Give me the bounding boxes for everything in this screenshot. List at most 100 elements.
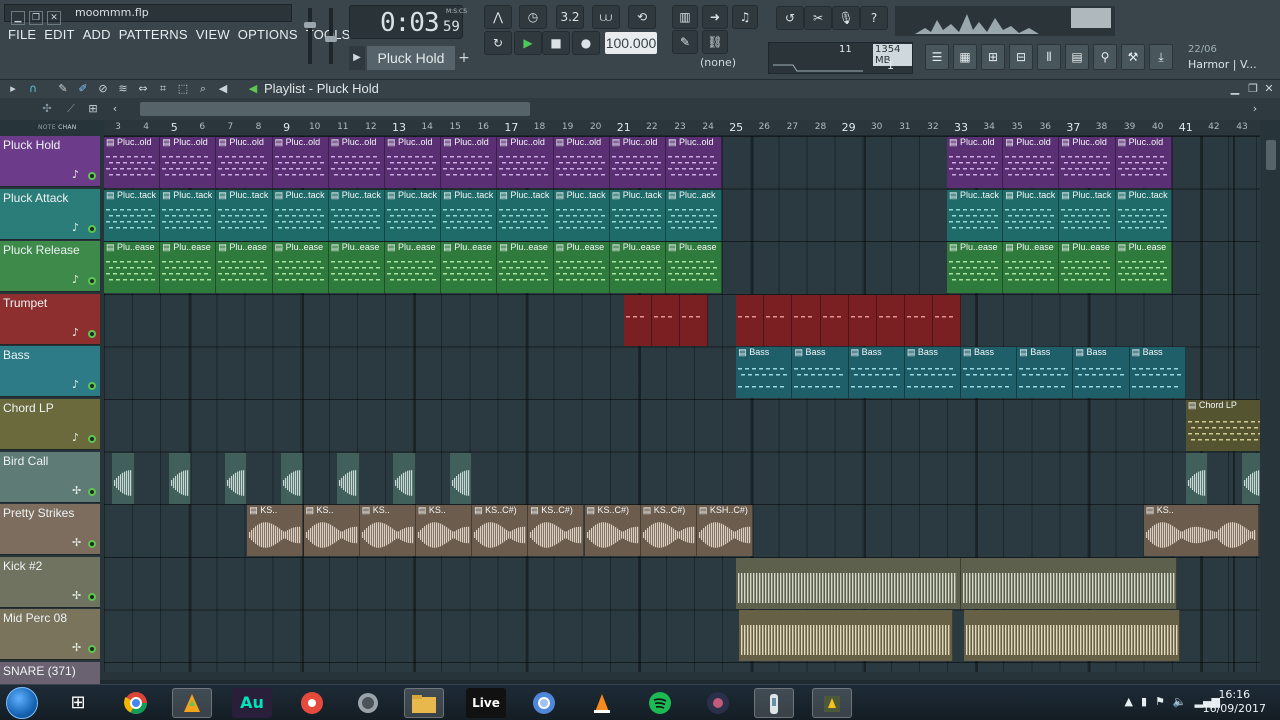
menu-patterns[interactable]: PATTERNS: [115, 25, 192, 45]
zoom-out-icon[interactable]: ✣: [40, 102, 54, 116]
restore-button[interactable]: ❐: [29, 11, 43, 25]
pattern-clip[interactable]: ▤ Pluc..old: [553, 137, 610, 188]
playlist-restore-icon[interactable]: ❐: [1246, 82, 1260, 96]
pattern-clip[interactable]: [904, 294, 933, 346]
pattern-clip[interactable]: ▤ Plu..ease: [1059, 242, 1116, 294]
pattern-clip[interactable]: ▤ Bass: [904, 347, 962, 399]
track-header[interactable]: Bass ♪: [0, 346, 100, 398]
playback-tool-icon[interactable]: ◀: [216, 82, 230, 96]
chrome-alt-icon[interactable]: [524, 688, 564, 718]
pattern-clip[interactable]: ▤ Plu..ease: [1003, 242, 1060, 294]
pattern-clip[interactable]: ▤ Plu..ease: [947, 242, 1004, 294]
ableton-live-icon[interactable]: Live: [466, 688, 506, 718]
pattern-clip[interactable]: ▤ Pluc..old: [609, 137, 666, 188]
playlist-minimize-icon[interactable]: ▁: [1228, 82, 1242, 96]
pattern-clip[interactable]: [623, 294, 652, 346]
pattern-clip[interactable]: [680, 294, 709, 346]
minimize-button[interactable]: ▁: [11, 11, 25, 25]
pattern-clip[interactable]: ▤ Pluc..old: [666, 137, 723, 188]
pattern-selector[interactable]: ▶ Pluck Hold +: [349, 46, 471, 70]
pattern-clip[interactable]: ▤ Pluc..old: [104, 137, 161, 188]
vertical-scrollbar[interactable]: [1262, 136, 1280, 672]
pattern-clip[interactable]: [651, 294, 681, 346]
pattern-clip[interactable]: ▤ Pluc..old: [1059, 137, 1116, 188]
piano-icon[interactable]: ▥: [672, 5, 698, 29]
mute-tool-icon[interactable]: ≋: [116, 82, 130, 96]
pattern-clip[interactable]: ▤ Pluc..tack: [947, 189, 1004, 241]
menu-add[interactable]: ADD: [79, 25, 115, 45]
battery-icon[interactable]: ▮: [1141, 695, 1147, 708]
pattern-clip[interactable]: ▤ Pluc..tack: [385, 189, 442, 241]
track-mute-led[interactable]: [88, 540, 96, 549]
audition-icon[interactable]: Au: [232, 688, 272, 718]
pattern-clip[interactable]: ▤ Pluc..ack: [666, 189, 723, 241]
pattern-clip[interactable]: ▤ KS..C#): [584, 505, 641, 557]
track-mute-led[interactable]: [88, 487, 96, 496]
app-gray-icon[interactable]: [348, 688, 388, 718]
pattern-clip[interactable]: [281, 452, 304, 504]
vertical-scrollbar-thumb[interactable]: [1266, 140, 1276, 170]
track-mute-led[interactable]: [88, 224, 96, 233]
menu-view[interactable]: VIEW: [192, 25, 234, 45]
horizontal-scrollbar[interactable]: ✣ ⟋ ⊞ ‹ ›: [0, 98, 1280, 120]
track-mute-led[interactable]: [88, 435, 96, 443]
pattern-clip[interactable]: ▤ Pluc..tack: [1115, 189, 1172, 241]
pattern-clip[interactable]: ▤ Bass: [1129, 347, 1186, 399]
pattern-clip[interactable]: ▤ Plu..ease: [553, 242, 610, 294]
scroll-right-icon[interactable]: ›: [1248, 102, 1262, 116]
pattern-clip[interactable]: [224, 452, 248, 504]
playlist-close-icon[interactable]: ✕: [1262, 82, 1276, 96]
pattern-clip[interactable]: ▤ Pluc..tack: [160, 189, 217, 241]
pattern-clip[interactable]: [848, 294, 877, 346]
pattern-clip[interactable]: ▤ KS..: [247, 505, 304, 557]
pattern-clip[interactable]: ▤ Pluc..old: [328, 137, 385, 188]
pattern-clip[interactable]: ▤ Pluc..tack: [497, 189, 554, 241]
pattern-clip[interactable]: [764, 294, 793, 346]
pattern-clip[interactable]: ▤ Pluc..tack: [609, 189, 666, 241]
media-app-icon[interactable]: [754, 688, 794, 718]
pattern-arrow-icon[interactable]: ▶: [349, 46, 365, 70]
arrow-right-icon[interactable]: ➜: [702, 5, 728, 29]
track-header[interactable]: Mid Perc 08 ✢: [0, 609, 100, 661]
pattern-clip[interactable]: ▤ KS..: [1143, 505, 1259, 557]
blend-notes-icon[interactable]: ⩊: [592, 5, 620, 29]
microphone-icon[interactable]: 🎙: [832, 6, 860, 30]
chrome-icon[interactable]: [116, 688, 156, 718]
pattern-clip[interactable]: ▤ Plu..ease: [609, 242, 666, 294]
metronome-icon[interactable]: ⋀: [484, 5, 512, 29]
pattern-clip[interactable]: [820, 294, 849, 346]
help-icon[interactable]: ?: [860, 6, 888, 30]
sliders-icon[interactable]: ⫴: [1037, 44, 1061, 70]
pattern-clip[interactable]: ▤ Plu..ease: [160, 242, 217, 294]
undo-icon[interactable]: ↺: [776, 6, 804, 30]
tempo-field[interactable]: 100.000: [605, 32, 657, 54]
master-volume-slider[interactable]: [304, 8, 316, 64]
file-explorer-icon[interactable]: [404, 688, 444, 718]
scrollbar-thumb[interactable]: [140, 102, 530, 116]
vlc-icon[interactable]: [582, 688, 622, 718]
playlist-icon[interactable]: ☰: [925, 44, 949, 70]
pattern-clip[interactable]: [961, 557, 1178, 609]
magnet-icon[interactable]: ∩: [26, 82, 40, 96]
track-mute-led[interactable]: [88, 329, 96, 338]
playlist-menu-icon[interactable]: ▸: [6, 82, 20, 96]
add-pattern-button[interactable]: +: [457, 46, 471, 70]
pen-icon[interactable]: ✎: [672, 30, 698, 54]
fl-studio-icon[interactable]: [172, 688, 212, 718]
app-dark-icon[interactable]: [698, 688, 738, 718]
pattern-clip[interactable]: ▤ KS..: [415, 505, 473, 557]
track-header[interactable]: Chord LP ♪: [0, 399, 100, 450]
playlist-arrow-icon[interactable]: ◀: [246, 82, 260, 96]
paint-tool-icon[interactable]: ✐: [76, 82, 90, 96]
pattern-clip[interactable]: ▤ Plu..ease: [272, 242, 329, 294]
pattern-clip[interactable]: ▤ Chord LP: [1185, 400, 1260, 451]
mixer-icon[interactable]: ⊟: [1009, 44, 1033, 70]
pattern-clip[interactable]: [736, 557, 962, 609]
pattern-clip[interactable]: [739, 610, 953, 662]
pattern-clip[interactable]: ▤ Pluc..tack: [216, 189, 273, 241]
snap-button[interactable]: 3.2: [556, 5, 584, 29]
track-mute-led[interactable]: [88, 592, 96, 601]
pattern-clip[interactable]: ▤ Plu..ease: [385, 242, 442, 294]
track-header[interactable]: Bird Call ✢: [0, 451, 100, 503]
pattern-clip[interactable]: ▤ Plu..ease: [104, 242, 161, 294]
